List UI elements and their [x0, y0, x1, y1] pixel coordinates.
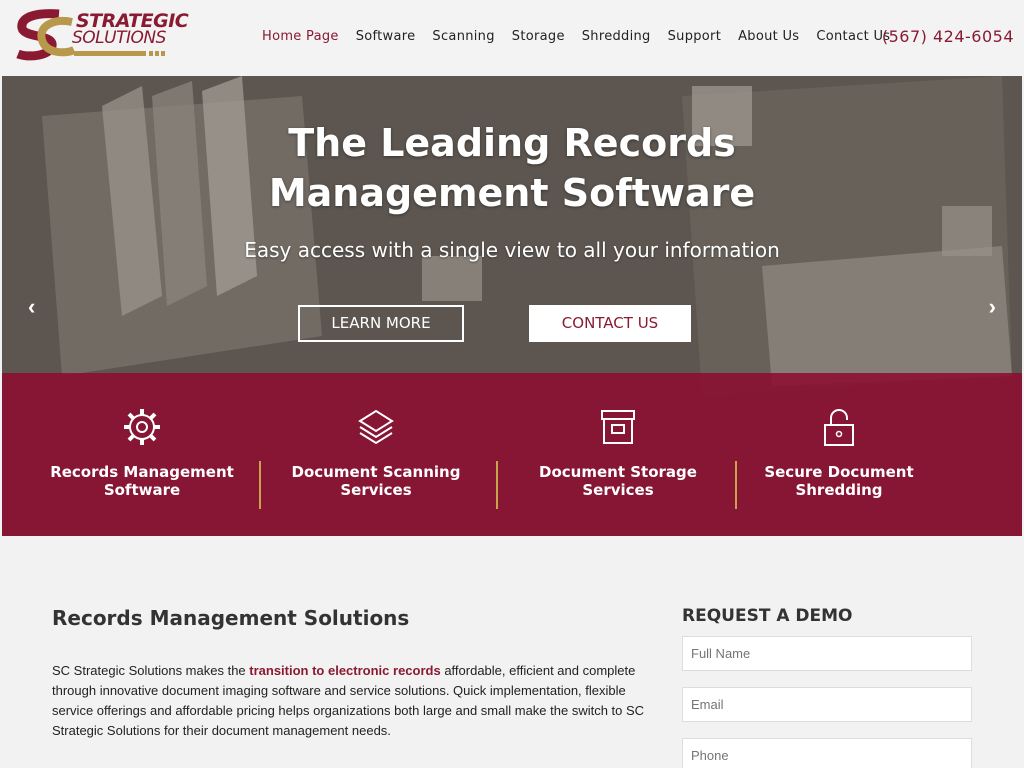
- archive-box-icon: [601, 410, 635, 444]
- service-secure-shredding[interactable]: Secure Document Shredding: [739, 373, 939, 536]
- learn-more-button[interactable]: LEARN MORE: [298, 305, 464, 342]
- main-nav: Home Page Software Scanning Storage Shre…: [262, 29, 907, 44]
- service-records-management[interactable]: Records Management Software: [42, 373, 242, 536]
- hero-subtitle: Easy access with a single view to all yo…: [244, 238, 780, 262]
- hero-title-line1: The Leading Records: [288, 121, 736, 165]
- service-document-storage[interactable]: Document Storage Services: [518, 373, 718, 536]
- hero-title-line2: Management Software: [268, 171, 756, 215]
- nav-storage[interactable]: Storage: [512, 29, 565, 44]
- phone-field[interactable]: [682, 738, 972, 768]
- logo[interactable]: STRATEGIC SOLUTIONS: [14, 8, 189, 68]
- nav-home-page[interactable]: Home Page: [262, 29, 339, 44]
- nav-scanning[interactable]: Scanning: [432, 29, 494, 44]
- logo-text-solutions: SOLUTIONS: [72, 28, 166, 48]
- services-band: Records Management Software Document Sca…: [2, 373, 1022, 536]
- service-label-line2: Services: [340, 481, 412, 499]
- email-field[interactable]: [682, 687, 972, 722]
- padlock-icon: [824, 409, 854, 446]
- layers-icon: [358, 409, 394, 445]
- service-divider: [496, 461, 498, 509]
- hero-slider: The Leading Records Management Software …: [2, 76, 1022, 536]
- full-name-field[interactable]: [682, 636, 972, 671]
- service-label-line2: Software: [103, 481, 181, 499]
- phone-number[interactable]: (567) 424-6054: [882, 27, 1014, 46]
- request-demo-heading: REQUEST A DEMO: [682, 606, 853, 626]
- nav-shredding[interactable]: Shredding: [582, 29, 651, 44]
- service-divider: [735, 461, 737, 509]
- section-paragraph: SC Strategic Solutions makes the transit…: [52, 661, 652, 741]
- nav-software[interactable]: Software: [356, 29, 416, 44]
- transition-electronic-records-link[interactable]: transition to electronic records: [249, 663, 440, 678]
- gear-icon: [124, 409, 160, 445]
- service-document-scanning[interactable]: Document Scanning Services: [276, 373, 476, 536]
- nav-about-us[interactable]: About Us: [738, 29, 799, 44]
- hero-title: The Leading Records Management Software: [2, 118, 1022, 218]
- service-label-line1: Records Management: [50, 463, 234, 481]
- paragraph-text-before: SC Strategic Solutions makes the: [52, 663, 250, 678]
- service-divider: [259, 461, 261, 509]
- slider-prev-arrow-icon[interactable]: ‹: [28, 294, 35, 320]
- contact-us-button[interactable]: CONTACT US: [529, 305, 691, 342]
- service-label-line1: Secure Document: [764, 463, 914, 481]
- service-label-line2: Shredding: [795, 481, 883, 499]
- slider-next-arrow-icon[interactable]: ›: [989, 294, 996, 320]
- service-label-line1: Document Storage: [539, 463, 697, 481]
- site-header: STRATEGIC SOLUTIONS Home Page Software S…: [0, 0, 1024, 76]
- service-label-line1: Document Scanning: [291, 463, 461, 481]
- page: STRATEGIC SOLUTIONS Home Page Software S…: [0, 0, 1024, 768]
- service-label-line2: Services: [582, 481, 654, 499]
- nav-support[interactable]: Support: [668, 29, 722, 44]
- nav-contact-us[interactable]: Contact Us: [816, 29, 890, 44]
- section-heading: Records Management Solutions: [52, 606, 410, 630]
